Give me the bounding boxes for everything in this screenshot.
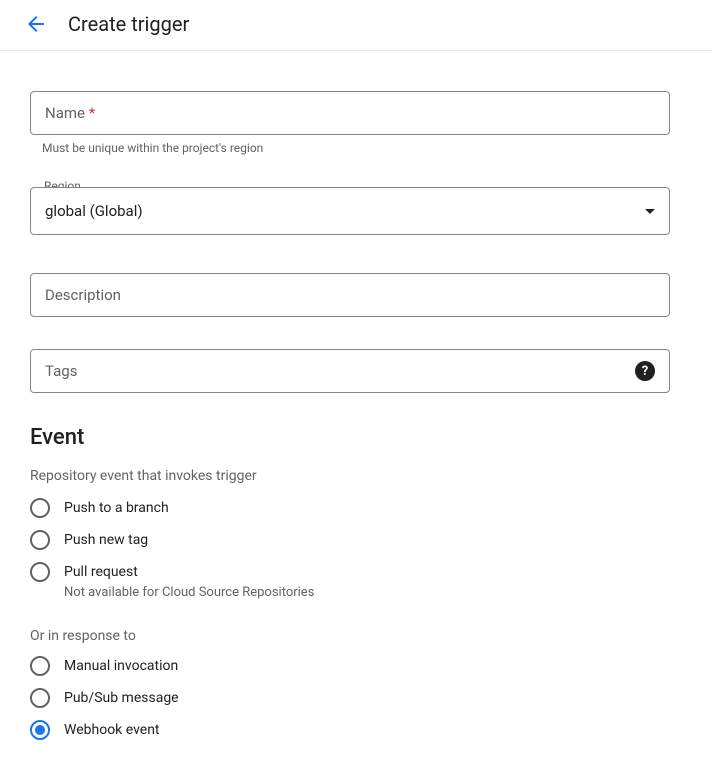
region-select[interactable]: global (Global): [30, 187, 670, 235]
name-helper-text: Must be unique within the project's regi…: [42, 141, 682, 155]
radio-label: Pull request: [64, 562, 314, 582]
tags-input[interactable]: Tags ?: [30, 349, 670, 393]
response-event-radio-group: Manual invocation Pub/Sub message Webhoo…: [30, 656, 682, 740]
radio-icon: [30, 498, 50, 518]
radio-icon: [30, 656, 50, 676]
required-indicator: *: [89, 104, 95, 122]
chevron-down-icon: [645, 209, 655, 214]
name-input[interactable]: Name *: [30, 91, 670, 135]
radio-label: Manual invocation: [64, 656, 178, 676]
repo-event-radio-group: Push to a branch Push new tag Pull reque…: [30, 498, 682, 602]
description-field-wrapper: [30, 273, 682, 317]
event-section-subtitle: Repository event that invokes trigger: [30, 468, 682, 484]
header: Create trigger: [0, 0, 712, 51]
page-title: Create trigger: [68, 12, 189, 36]
description-input[interactable]: [30, 273, 670, 317]
tags-placeholder: Tags: [45, 362, 77, 380]
radio-manual-invocation[interactable]: Manual invocation: [30, 656, 682, 676]
region-field-wrapper: Region global (Global): [30, 187, 682, 235]
tags-field-wrapper: Tags ?: [30, 349, 682, 393]
radio-label: Pub/Sub message: [64, 688, 179, 708]
radio-label: Push to a branch: [64, 498, 169, 518]
name-placeholder: Name *: [45, 92, 95, 134]
radio-pubsub-message[interactable]: Pub/Sub message: [30, 688, 682, 708]
event-section-title: Event: [30, 425, 682, 450]
radio-sublabel: Not available for Cloud Source Repositor…: [64, 584, 314, 602]
radio-label: Webhook event: [64, 720, 160, 740]
radio-push-branch[interactable]: Push to a branch: [30, 498, 682, 518]
or-label: Or in response to: [30, 628, 682, 644]
arrow-back-icon: [24, 12, 48, 36]
radio-icon: [30, 562, 50, 582]
radio-pull-request[interactable]: Pull request Not available for Cloud Sou…: [30, 562, 682, 602]
radio-icon: [30, 720, 50, 740]
radio-icon: [30, 688, 50, 708]
radio-label: Push new tag: [64, 530, 148, 550]
region-value: global (Global): [45, 202, 143, 220]
form-content: Name * Must be unique within the project…: [0, 51, 712, 770]
help-icon[interactable]: ?: [635, 361, 655, 381]
radio-push-tag[interactable]: Push new tag: [30, 530, 682, 550]
radio-webhook-event[interactable]: Webhook event: [30, 720, 682, 740]
name-field-wrapper: Name * Must be unique within the project…: [30, 91, 682, 155]
back-button[interactable]: [24, 12, 48, 36]
radio-icon: [30, 530, 50, 550]
